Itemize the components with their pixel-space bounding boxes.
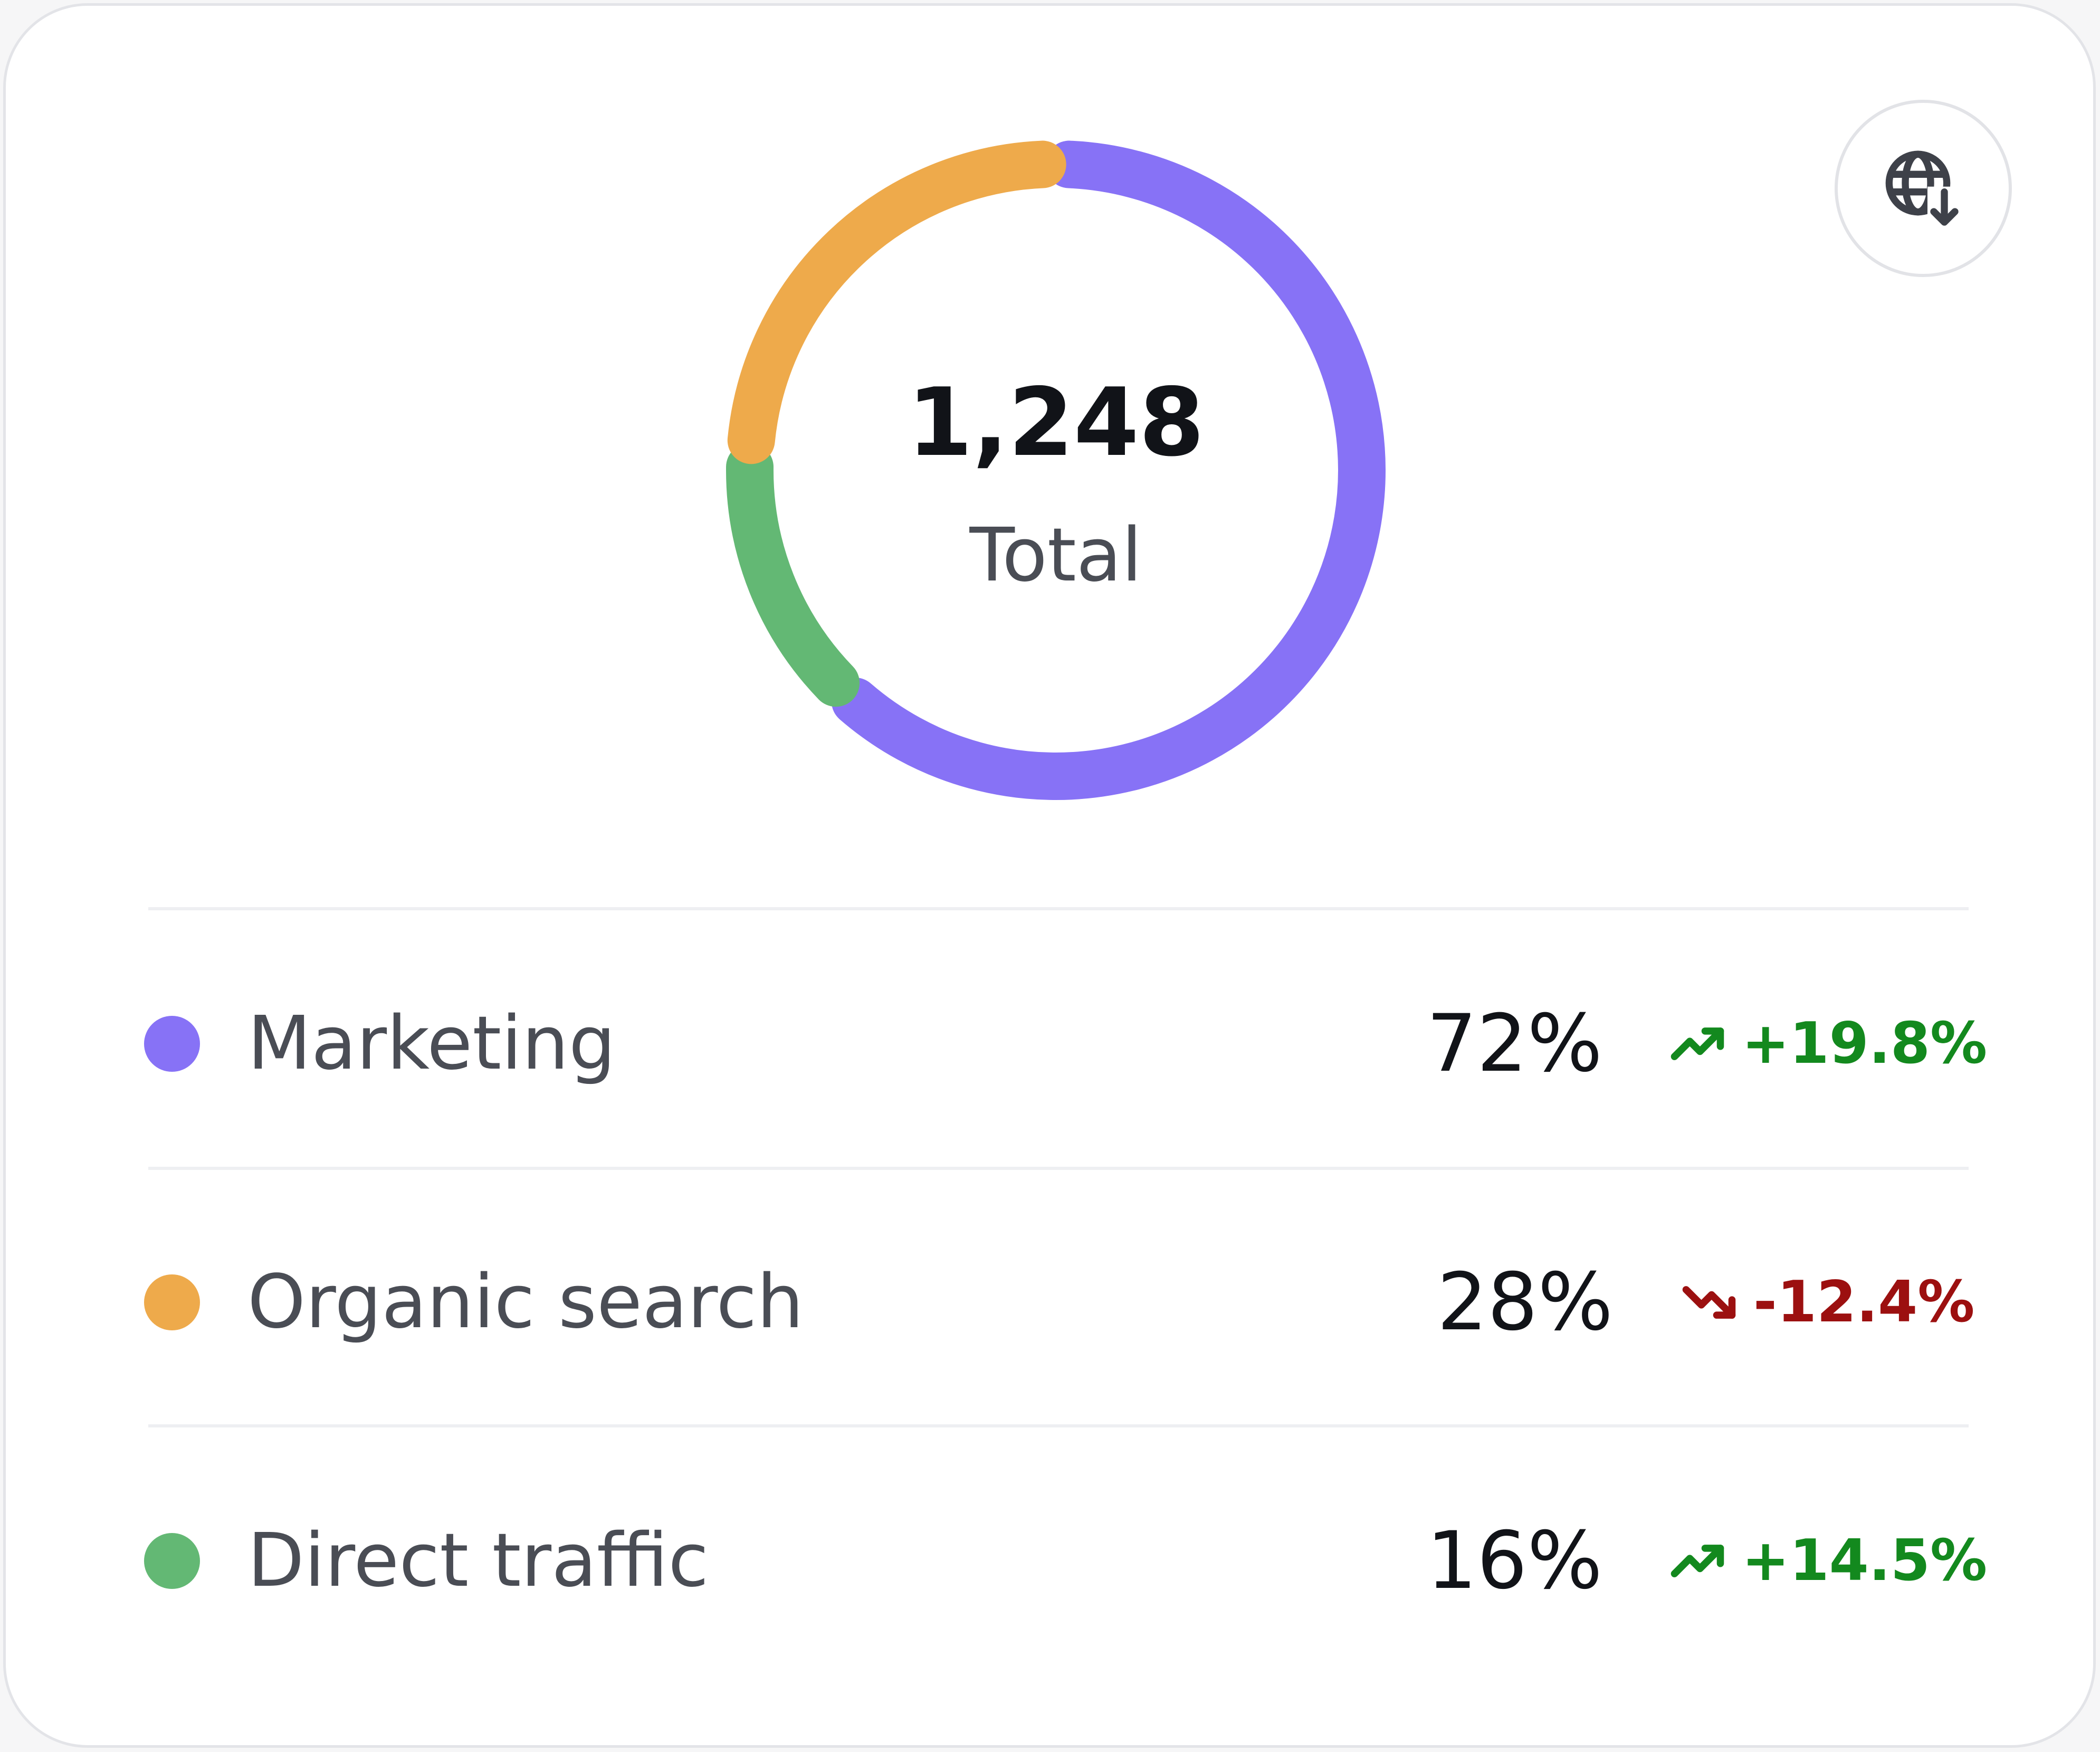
divider — [148, 1424, 1969, 1427]
globe-download-icon — [1885, 150, 1964, 229]
globe-download-button[interactable] — [1835, 100, 2012, 277]
legend-label: Marketing — [247, 1001, 616, 1087]
legend-label: Organic search — [247, 1259, 804, 1345]
donut-center: 1,248 Total — [723, 138, 1388, 803]
total-value: 1,248 — [907, 368, 1205, 477]
legend-dot-direct-traffic — [144, 1533, 200, 1589]
trend-up-icon — [1671, 1027, 1724, 1060]
legend-dot-marketing — [144, 1016, 200, 1072]
legend-dot-organic-search — [144, 1274, 200, 1330]
legend-row-direct-traffic: Direct traffic 16% +14.5% — [6, 1474, 2093, 1648]
legend-change: -12.4% — [1678, 1263, 1975, 1342]
trend-up-icon — [1671, 1545, 1724, 1577]
total-label: Total — [969, 512, 1142, 598]
legend-percent: 16% — [1426, 1515, 1602, 1607]
divider — [148, 1167, 1969, 1170]
legend-percent: 72% — [1426, 998, 1602, 1090]
trend-down-icon — [1682, 1286, 1736, 1319]
legend-row-organic-search: Organic search 28% -12.4% — [6, 1215, 2093, 1389]
legend-percent: 28% — [1437, 1256, 1613, 1348]
donut-chart: 1,248 Total — [723, 138, 1388, 803]
traffic-sources-card: 1,248 Total Marketing 72% +19.8% Organic… — [3, 3, 2096, 1748]
change-value: +19.8% — [1742, 1011, 1988, 1077]
change-value: +14.5% — [1742, 1528, 1988, 1594]
legend-row-marketing: Marketing 72% +19.8% — [6, 957, 2093, 1131]
divider — [148, 907, 1969, 910]
legend-change: +14.5% — [1667, 1521, 1987, 1601]
change-value: -12.4% — [1753, 1269, 1975, 1335]
legend-label: Direct traffic — [247, 1518, 709, 1604]
legend-change: +19.8% — [1667, 1004, 1987, 1083]
